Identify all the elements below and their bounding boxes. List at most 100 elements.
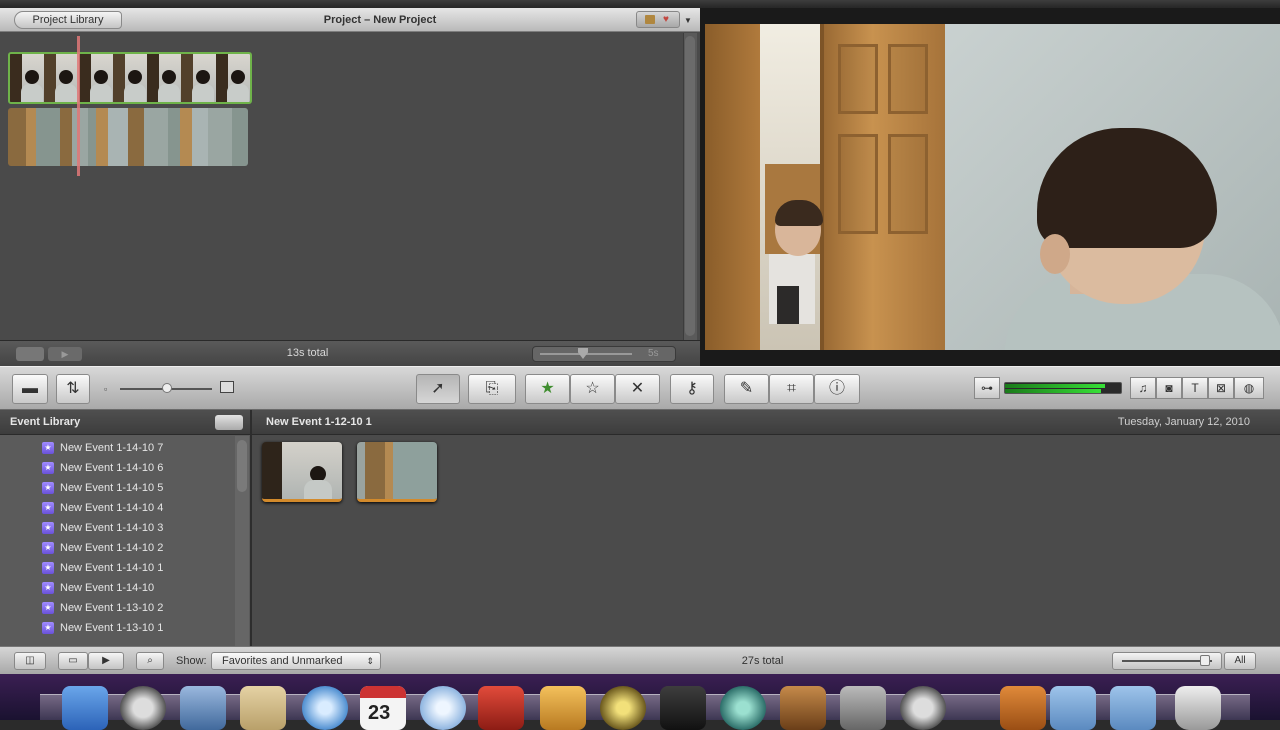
event-list-item[interactable]: ★ New Event 1-14-10 4 — [42, 499, 163, 517]
event-star-icon: ★ — [42, 622, 54, 634]
safari-icon[interactable] — [302, 686, 348, 730]
add-to-project-icon: ⎘ — [485, 380, 499, 397]
clip-frame — [215, 54, 250, 102]
event-library-scroll-thumb[interactable] — [237, 440, 247, 492]
documents-folder-icon[interactable] — [1110, 686, 1156, 730]
eyedropper-button[interactable]: ✎ — [724, 374, 769, 404]
dashboard-icon[interactable] — [120, 686, 166, 730]
project-clip-selected[interactable] — [8, 52, 252, 104]
audio-level-meter — [1004, 382, 1122, 394]
select-tool-button[interactable]: ➚ — [416, 374, 460, 404]
event-star-icon: ★ — [42, 582, 54, 594]
large-thumb-icon — [220, 381, 234, 393]
keyword-button[interactable]: ⚷ — [670, 374, 714, 404]
event-list-item[interactable]: ★ New Event 1-14-10 3 — [42, 519, 163, 537]
favorite-star-icon: ★ — [540, 380, 555, 397]
info-icon: ⓘ — [828, 380, 845, 397]
add-to-project-button[interactable]: ⎘ — [468, 374, 516, 404]
voiceover-button[interactable]: ⊶ — [974, 377, 1000, 399]
event-library-toggle-button[interactable] — [215, 415, 243, 430]
event-list-item-label: New Event 1-14-10 — [60, 582, 155, 594]
event-star-icon: ★ — [42, 602, 54, 614]
event-star-icon: ★ — [42, 482, 54, 494]
applications-folder-icon[interactable] — [1050, 686, 1096, 730]
dvd-icon[interactable] — [900, 686, 946, 730]
event-clip-thumbnail[interactable] — [262, 442, 342, 502]
event-list-item-label: New Event 1-14-10 3 — [60, 522, 164, 534]
clip-frame — [44, 54, 79, 102]
event-clip-thumbnail[interactable] — [357, 442, 437, 502]
clip-frame — [112, 54, 148, 102]
project-header: Project Library Project – New Project ♥ … — [0, 8, 700, 32]
event-star-icon: ★ — [42, 522, 54, 534]
bottom-bar: ◫ ▭ ▶ ⌕ Show: Favorites and Unmarked ⇕ 2… — [0, 646, 1280, 674]
voiceover-icon: ⊶ — [981, 381, 993, 395]
event-list-item[interactable]: ★ New Event 1-13-10 2 — [42, 599, 163, 617]
titles-browser-button[interactable]: T — [1182, 377, 1208, 399]
transitions-browser-button[interactable]: ⊠ — [1208, 377, 1234, 399]
keyword-key-icon: ⚷ — [686, 380, 698, 397]
clip-frame — [8, 108, 48, 166]
chevron-down-icon[interactable]: ▼ — [684, 16, 692, 25]
music-browser-button[interactable]: ♫ — [1130, 377, 1156, 399]
address-book-icon[interactable] — [240, 686, 286, 730]
photo-booth-icon[interactable] — [478, 686, 524, 730]
event-zoom-knob[interactable] — [1200, 655, 1210, 666]
event-star-icon: ★ — [42, 502, 54, 514]
ical-icon[interactable]: 23 — [360, 686, 406, 730]
swap-events-projects-button[interactable]: ⇅ — [56, 374, 90, 404]
clapper-icon[interactable] — [660, 686, 706, 730]
unmark-button[interactable]: ☆ — [570, 374, 615, 404]
map-icon: ◍ — [1243, 381, 1255, 395]
time-machine-icon[interactable] — [720, 686, 766, 730]
event-list-item[interactable]: ★ New Event 1-13-10 1 — [42, 619, 163, 637]
crop-button[interactable]: ⌗ — [769, 374, 814, 404]
iphoto-icon[interactable] — [540, 686, 586, 730]
garageband-icon[interactable] — [780, 686, 826, 730]
theme-icon — [645, 15, 655, 24]
event-list-item[interactable]: ★ New Event 1-14-10 6 — [42, 459, 163, 477]
photo-browser-button[interactable]: ◙ — [1156, 377, 1182, 399]
maps-browser-button[interactable]: ◍ — [1234, 377, 1264, 399]
event-list-item[interactable]: ★ New Event 1-14-10 7 — [42, 439, 163, 457]
stack-icon[interactable] — [1000, 686, 1046, 730]
clip-frame — [168, 108, 208, 166]
itunes-icon[interactable] — [420, 686, 466, 730]
thumbnail-size-knob[interactable] — [162, 383, 172, 393]
camera-import-button[interactable]: ▬ — [12, 374, 48, 404]
event-list-item[interactable]: ★ New Event 1-14-10 5 — [42, 479, 163, 497]
events-total-duration: 27s total — [741, 655, 784, 667]
imovie-star-icon[interactable] — [600, 686, 646, 730]
clip-frame — [128, 108, 168, 166]
all-button[interactable]: All — [1224, 652, 1256, 670]
mark-favorite-button[interactable]: ★ — [525, 374, 570, 404]
system-preferences-icon[interactable] — [840, 686, 886, 730]
event-list-item[interactable]: ★ New Event 1-14-10 1 — [42, 559, 163, 577]
project-clip[interactable] — [8, 108, 248, 166]
reject-button[interactable]: ✕ — [615, 374, 660, 404]
mail-stamp-icon[interactable] — [180, 686, 226, 730]
clip-frame — [208, 108, 248, 166]
playhead[interactable] — [77, 36, 80, 176]
clip-frame — [88, 108, 128, 166]
event-list-item-label: New Event 1-13-10 1 — [60, 622, 164, 634]
crop-icon: ⌗ — [786, 380, 796, 397]
inspector-button[interactable]: ⓘ — [814, 374, 860, 404]
event-star-icon: ★ — [42, 462, 54, 474]
viewer-video-frame[interactable] — [705, 24, 1280, 350]
project-bottom-bar: ▶ 13s total 5s — [0, 340, 700, 366]
event-list-item[interactable]: ★ New Event 1-14-10 — [42, 579, 154, 597]
project-zoom-label: 5s — [648, 348, 659, 359]
reject-x-icon: ✕ — [630, 380, 645, 397]
event-list-item-label: New Event 1-14-10 4 — [60, 502, 164, 514]
viewer-door — [820, 24, 945, 350]
camera-icon: ▬ — [22, 380, 38, 397]
project-scroll-thumb[interactable] — [685, 36, 695, 336]
trash-icon[interactable] — [1175, 686, 1221, 730]
event-list-item[interactable]: ★ New Event 1-14-10 2 — [42, 539, 163, 557]
project-menu-button[interactable]: ♥ — [636, 11, 680, 28]
event-list-item-label: New Event 1-14-10 5 — [60, 482, 164, 494]
event-list-item-label: New Event 1-14-10 1 — [60, 562, 164, 574]
ical-day-number: 23 — [368, 702, 391, 724]
finder-icon[interactable] — [62, 686, 108, 730]
